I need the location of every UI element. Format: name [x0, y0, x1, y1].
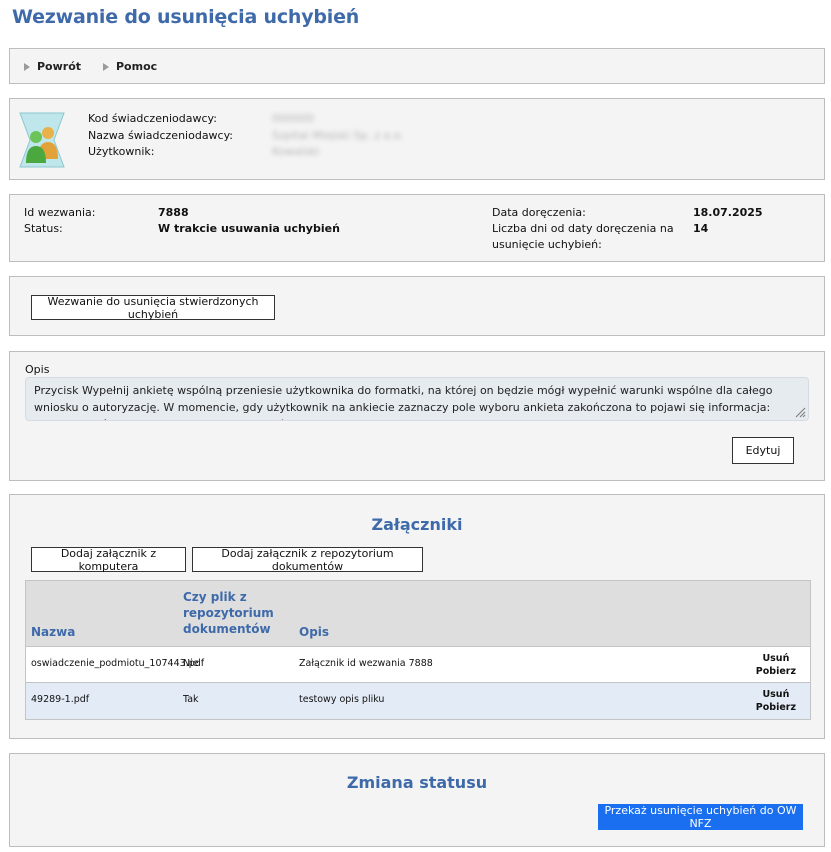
delete-link[interactable]: Usuń	[756, 652, 796, 665]
attachments-title: Załączniki	[371, 515, 463, 534]
provider-name-value: Szpital Miejski Sp. z o.o.	[272, 128, 404, 142]
page-title: Wezwanie do usunięcia uchybień	[12, 6, 360, 28]
status-label: Status:	[24, 222, 63, 235]
provider-code-label: Kod świadczeniodawcy:	[88, 112, 217, 125]
column-header-description[interactable]: Opis	[299, 624, 329, 640]
provider-values-obscured: 000000 Szpital Miejski Sp. z o.o. Kowals…	[272, 111, 404, 161]
table-header: Nazwa Czy plik z repozytorium dokumentów…	[26, 581, 810, 647]
help-link-label: Pomoc	[116, 60, 158, 73]
status-change-title: Zmiana statusu	[346, 773, 488, 792]
description-textarea[interactable]: Przycisk Wypełnij ankietę wspólną przeni…	[25, 377, 809, 421]
table-row: oswiadczenie_podmiotu_107443.pdf Nie Zał…	[26, 647, 810, 683]
file-description: Załącznik id wezwania 7888	[299, 658, 433, 669]
provider-labels: Kod świadczeniodawcy: Nazwa świadczeniod…	[88, 111, 233, 161]
provider-code-value: 000000	[272, 112, 314, 125]
file-name: oswiadczenie_podmiotu_107443.pdf	[31, 658, 205, 669]
table-row: 49289-1.pdf Tak testowy opis pliku Usuń …	[26, 683, 810, 719]
letter-panel: Wezwanie do usunięcia stwierdzonych uchy…	[9, 276, 825, 336]
back-link[interactable]: Powrót	[24, 60, 81, 73]
user-label: Użytkownik:	[88, 145, 155, 158]
column-header-repository-line3: dokumentów	[183, 622, 271, 636]
users-icon	[19, 112, 65, 168]
summary-panel: Id wezwania: 7888 Status: W trakcie usuw…	[9, 194, 825, 262]
provider-name-label: Nazwa świadczeniodawcy:	[88, 128, 234, 142]
triangle-right-icon	[103, 62, 109, 71]
help-link[interactable]: Pomoc	[103, 60, 157, 73]
description-label: Opis	[25, 363, 50, 376]
row-actions: Usuń Pobierz	[756, 652, 796, 678]
attachments-table: Nazwa Czy plik z repozytorium dokumentów…	[25, 580, 811, 720]
file-description: testowy opis pliku	[299, 694, 385, 705]
submit-to-nfz-button[interactable]: Przekaż usunięcie uchybień do OW NFZ	[598, 804, 803, 830]
column-header-repository[interactable]: Czy plik z repozytorium dokumentów	[183, 589, 274, 637]
toolbar: Powrót Pomoc	[9, 48, 825, 84]
description-panel: Opis Przycisk Wypełnij ankietę wspólną p…	[9, 351, 825, 481]
row-actions: Usuń Pobierz	[756, 688, 796, 714]
file-repository-flag: Tak	[183, 694, 199, 705]
column-header-repository-line1: Czy plik z	[183, 590, 247, 604]
days-label: Liczba dni od daty doręczenia na usunięc…	[492, 221, 674, 253]
delivery-date-label: Data doręczenia:	[492, 206, 586, 219]
download-link[interactable]: Pobierz	[756, 701, 796, 714]
delivery-date-value: 18.07.2025	[693, 206, 763, 219]
provider-panel: Kod świadczeniodawcy: Nazwa świadczeniod…	[9, 98, 825, 180]
days-label-line2: usunięcie uchybień:	[492, 238, 602, 251]
add-from-computer-button[interactable]: Dodaj załącznik z komputera	[31, 547, 186, 573]
attachments-panel: Załączniki Dodaj załącznik z komputera D…	[9, 494, 825, 739]
column-header-name[interactable]: Nazwa	[31, 624, 75, 640]
triangle-right-icon	[24, 62, 30, 71]
column-header-repository-line2: repozytorium	[183, 606, 274, 620]
edit-button[interactable]: Edytuj	[732, 437, 794, 464]
status-value: W trakcie usuwania uchybień	[158, 222, 340, 235]
back-link-label: Powrót	[37, 60, 82, 73]
delete-link[interactable]: Usuń	[756, 688, 796, 701]
days-label-line1: Liczba dni od daty doręczenia na	[492, 222, 674, 235]
days-value: 14	[693, 222, 709, 235]
id-value: 7888	[158, 206, 189, 219]
status-change-panel: Zmiana statusu Przekaż usunięcie uchybie…	[9, 753, 825, 847]
description-text: Przycisk Wypełnij ankietę wspólną przeni…	[34, 384, 773, 420]
open-letter-button[interactable]: Wezwanie do usunięcia stwierdzonych uchy…	[31, 295, 275, 321]
add-from-repository-button[interactable]: Dodaj załącznik z repozytorium dokumentó…	[192, 547, 423, 573]
resize-handle-icon[interactable]	[794, 406, 806, 418]
download-link[interactable]: Pobierz	[756, 665, 796, 678]
file-repository-flag: Nie	[183, 658, 199, 669]
user-value: Kowalski	[272, 145, 320, 158]
id-label: Id wezwania:	[24, 206, 96, 219]
file-name: 49289-1.pdf	[31, 694, 90, 705]
